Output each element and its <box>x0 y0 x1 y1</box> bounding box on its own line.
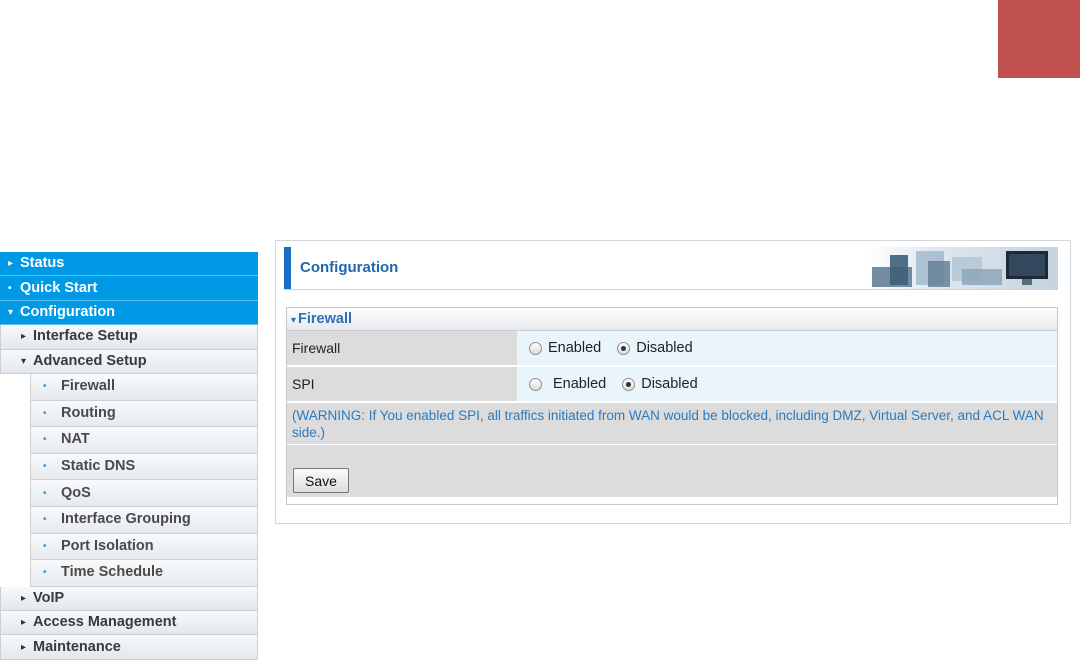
main-panel: Configuration ▾ Firewall Firewall Enable… <box>275 240 1071 524</box>
bullet-icon: • <box>43 540 47 552</box>
bullet-icon: • <box>43 381 47 393</box>
sidebar-item-label: Configuration <box>20 303 116 320</box>
caret-right-icon: ▸ <box>21 592 27 604</box>
bullet-icon: • <box>43 434 47 446</box>
sidebar-item-label: Maintenance <box>33 638 121 655</box>
office-illustration-icon <box>866 247 1058 289</box>
sidebar-item-voip[interactable]: ▸ VoIP <box>0 586 258 612</box>
radio-label: Enabled <box>548 340 602 356</box>
sidebar-item-label: VoIP <box>33 589 65 606</box>
sidebar-item-label: Static DNS <box>61 458 136 475</box>
sidebar-item-status[interactable]: ▸ Status <box>0 252 258 277</box>
firewall-label: Firewall <box>287 331 517 365</box>
sidebar-item-label: Routing <box>61 404 116 421</box>
spi-warning-text: (WARNING: If You enabled SPI, all traffi… <box>287 403 1057 445</box>
spi-disabled-radio[interactable] <box>622 377 636 391</box>
firewall-options: Enabled Disabled <box>517 331 1057 365</box>
spi-row: SPI Enabled Disabled <box>287 367 1057 403</box>
spi-enabled-radio[interactable] <box>529 377 542 391</box>
sidebar-item-label: Interface Grouping <box>61 511 191 528</box>
radio-label: Enabled <box>553 376 607 392</box>
firewall-enabled-radio[interactable] <box>529 341 542 355</box>
sidebar-item-label: Advanced Setup <box>33 352 147 369</box>
bullet-icon: • <box>43 514 47 526</box>
sidebar-item-qos[interactable]: • QoS <box>30 480 258 507</box>
caret-right-icon: ▸ <box>21 641 27 653</box>
firewall-row: Firewall Enabled Disabled <box>287 331 1057 367</box>
sidebar-item-label: Time Schedule <box>61 564 164 581</box>
caret-down-icon: ▾ <box>21 355 27 367</box>
spi-label: SPI <box>287 367 517 401</box>
bullet-icon: • <box>43 567 47 579</box>
page-header: Configuration <box>284 247 1058 290</box>
spi-options: Enabled Disabled <box>517 367 1057 401</box>
sidebar-item-maintenance[interactable]: ▸ Maintenance <box>0 635 258 660</box>
sidebar-item-label: Access Management <box>33 614 177 631</box>
sidebar-item-time-schedule[interactable]: • Time Schedule <box>30 560 258 587</box>
sidebar-item-nat[interactable]: • NAT <box>30 427 258 454</box>
sidebar-item-interface-grouping[interactable]: • Interface Grouping <box>30 506 258 534</box>
sidebar-item-interface-setup[interactable]: ▸ Interface Setup <box>0 325 258 350</box>
sidebar-item-port-isolation[interactable]: • Port Isolation <box>30 533 258 561</box>
header-accent-bar <box>284 247 291 289</box>
sidebar-item-label: QoS <box>61 484 91 501</box>
corner-decoration <box>998 0 1080 78</box>
sidebar-item-label: Quick Start <box>20 279 98 296</box>
caret-down-icon: ▾ <box>291 315 297 326</box>
firewall-section: ▾ Firewall Firewall Enabled Disabled SPI … <box>286 307 1058 505</box>
section-header: ▾ Firewall <box>287 308 1057 331</box>
sidebar-nav: ▸ Status • Quick Start ▾ Configuration ▸… <box>0 252 258 660</box>
sidebar-item-label: Port Isolation <box>61 537 154 554</box>
firewall-disabled-radio[interactable] <box>617 341 631 355</box>
sidebar-item-static-dns[interactable]: • Static DNS <box>30 453 258 481</box>
bullet-icon: • <box>43 487 47 499</box>
caret-right-icon: ▸ <box>21 331 27 343</box>
caret-right-icon: ▸ <box>21 617 27 629</box>
section-title: Firewall <box>298 311 353 327</box>
bullet-icon: • <box>43 407 47 419</box>
bullet-icon: • <box>8 282 12 294</box>
sidebar-item-configuration[interactable]: ▾ Configuration <box>0 300 258 326</box>
sidebar-item-label: Interface Setup <box>33 328 138 345</box>
sidebar-item-quick-start[interactable]: • Quick Start <box>0 276 258 301</box>
caret-down-icon: ▾ <box>8 306 14 318</box>
radio-label: Disabled <box>636 340 693 356</box>
bullet-icon: • <box>43 461 47 473</box>
save-button[interactable]: Save <box>293 468 349 493</box>
sidebar-item-label: Firewall <box>61 378 115 395</box>
caret-right-icon: ▸ <box>8 258 14 270</box>
sidebar-item-routing[interactable]: • Routing <box>30 400 258 428</box>
sidebar-item-firewall[interactable]: • Firewall <box>30 373 258 401</box>
sidebar-item-label: NAT <box>61 431 90 448</box>
radio-label: Disabled <box>641 376 698 392</box>
save-row: Save <box>287 445 1057 497</box>
sidebar-item-access-management[interactable]: ▸ Access Management <box>0 611 258 636</box>
sidebar-item-advanced-setup[interactable]: ▾ Advanced Setup <box>0 349 258 374</box>
page-title: Configuration <box>300 259 399 276</box>
sidebar-item-label: Status <box>20 255 65 272</box>
